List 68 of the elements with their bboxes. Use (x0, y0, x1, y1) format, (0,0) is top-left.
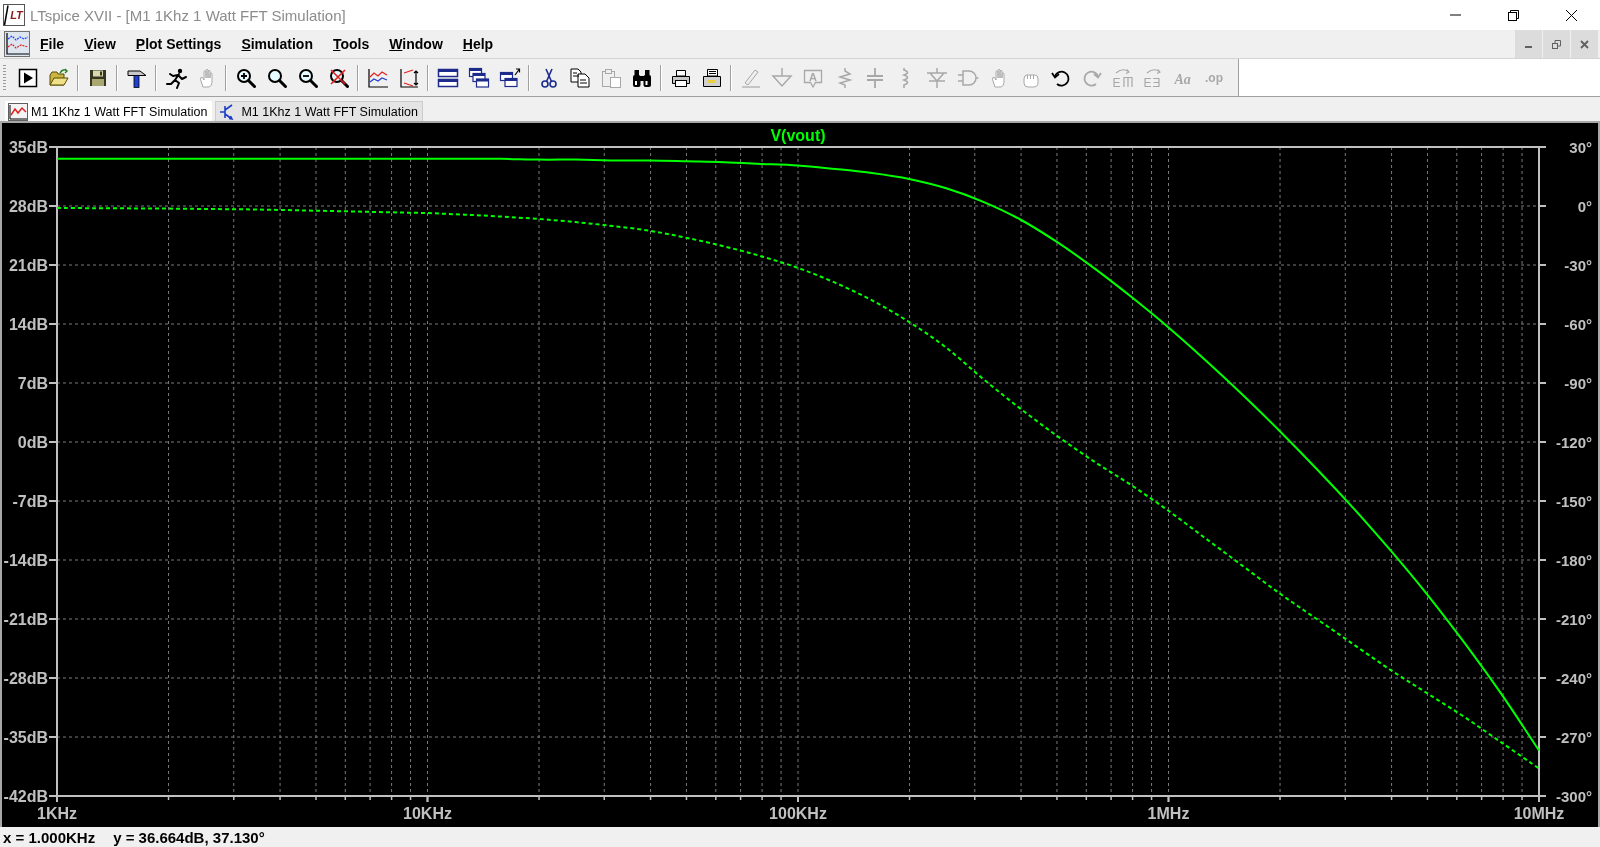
y-tick-label: -7dB (12, 493, 48, 510)
chart-title: V(vout) (770, 127, 826, 144)
magnifier-cross-icon[interactable] (327, 66, 350, 89)
x-tick-label: 10MHz (1513, 805, 1565, 822)
y-tick-label: -21dB (3, 611, 48, 628)
secondary-y-tick-label: -150° (1555, 492, 1592, 510)
secondary-y-tick-label: -240° (1555, 669, 1592, 687)
tab[interactable]: M1 1Khz 1 Watt FFT Simulation (215, 101, 423, 121)
x-tick-label: 100KHz (769, 805, 827, 822)
copy-icon[interactable] (568, 66, 591, 89)
y-tick-label: 28dB (8, 198, 48, 215)
toolbar-grip[interactable] (3, 64, 6, 91)
cascade-windows-icon[interactable] (467, 66, 490, 89)
y-tick-label: 35dB (8, 139, 48, 156)
secondary-y-tick-label: -60° (1564, 315, 1592, 333)
secondary-y-tick-label: 0° (1577, 197, 1592, 215)
y-tick-label: 14dB (8, 316, 48, 333)
chart-bracket-icon[interactable] (397, 66, 420, 89)
secondary-y-tick-label: -210° (1555, 610, 1592, 628)
stacked-windows-icon[interactable] (436, 66, 459, 89)
secondary-y-tick-label: -120° (1555, 433, 1592, 451)
secondary-y-tick-label: 30° (1569, 138, 1592, 156)
minimize-icon (1524, 46, 1533, 48)
play-icon[interactable] (16, 66, 39, 89)
window-title: LTspice XVII - [M1 1Khz 1 Watt FFT Simulation] (30, 6, 346, 24)
x-tick-label: 1KHz (37, 805, 77, 822)
app-logo: LT (3, 4, 25, 26)
secondary-y-tick-label: -90° (1564, 374, 1592, 392)
cursor-y-readout: y = 36.664dB, 37.130° (113, 828, 265, 846)
folder-icon[interactable] (47, 66, 70, 89)
y-tick-label: 0dB (17, 434, 48, 451)
y-tick-label: -14dB (3, 552, 48, 569)
secondary-y-tick-label: -270° (1555, 728, 1592, 746)
menu-item[interactable]: File (30, 35, 75, 53)
plot-window-icon (8, 102, 28, 121)
secondary-y-tick-label: -180° (1555, 551, 1592, 569)
restore-icon (1552, 39, 1561, 49)
menu-item[interactable]: View (74, 35, 126, 53)
zoom-out-icon[interactable] (296, 66, 319, 89)
plot-window-icon[interactable] (4, 31, 30, 57)
zoom-in-icon[interactable] (234, 66, 257, 89)
menu-item[interactable]: Help (452, 35, 504, 53)
printer-page-icon[interactable] (700, 66, 723, 89)
menu-item[interactable]: Tools (322, 35, 380, 53)
secondary-y-tick-label: -300° (1555, 787, 1592, 805)
tab[interactable]: M1 1Khz 1 Watt FFT Simulation (5, 101, 213, 121)
y-tick-label: -42dB (3, 788, 48, 805)
menu-item[interactable]: Simulation (231, 35, 323, 53)
y-tick-label: -35dB (3, 729, 48, 746)
minimize-icon (1449, 14, 1461, 16)
close-icon (1565, 9, 1577, 21)
chart-lines-icon[interactable] (366, 66, 389, 89)
cursor-x-readout: x = 1.000KHz (3, 828, 96, 846)
running-man-icon[interactable] (164, 66, 187, 89)
document-close-button[interactable] (1571, 30, 1598, 58)
document-restore-button[interactable] (1543, 30, 1570, 58)
x-tick-label: 1MHz (1147, 805, 1190, 822)
close-icon (1580, 39, 1589, 49)
windows-arrow-icon[interactable] (498, 66, 521, 89)
menu-item[interactable]: Plot Settings (125, 35, 232, 53)
magnifier-icon[interactable] (265, 66, 288, 89)
y-tick-label: -28dB (3, 670, 48, 687)
y-tick-label: 21dB (8, 257, 48, 274)
menu-item[interactable]: Window (379, 35, 453, 53)
restore-icon (1507, 9, 1519, 21)
secondary-y-tick-label: -30° (1564, 256, 1592, 274)
x-tick-label: 10KHz (403, 805, 452, 822)
y-tick-label: 7dB (17, 375, 48, 392)
